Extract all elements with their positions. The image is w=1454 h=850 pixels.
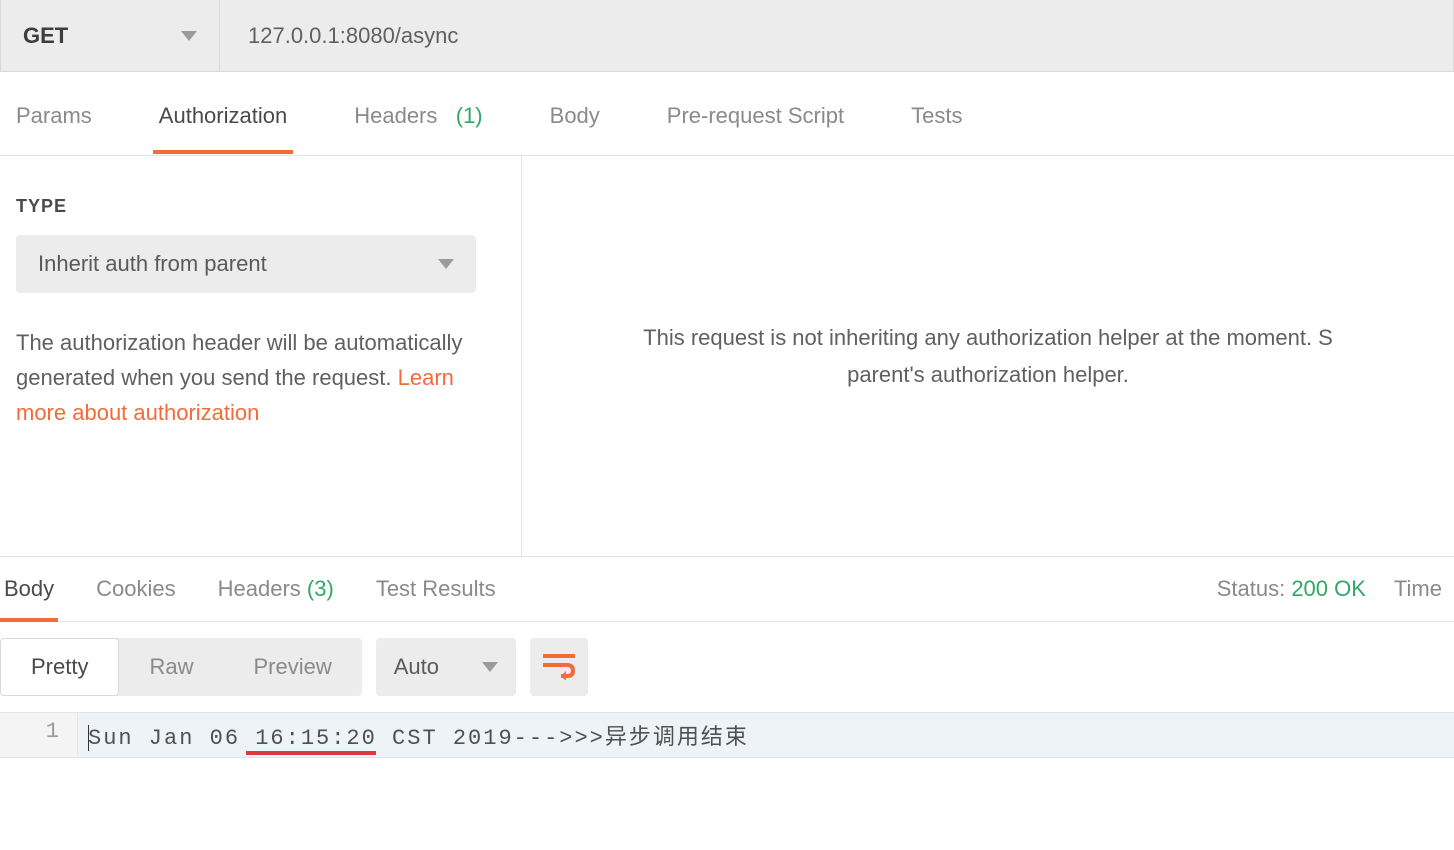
chevron-down-icon — [482, 662, 498, 672]
auth-right-line2: parent's authorization helper. — [847, 362, 1129, 387]
tab-body[interactable]: Body — [544, 75, 606, 153]
tab-authorization[interactable]: Authorization — [153, 75, 293, 153]
tab-tests[interactable]: Tests — [905, 75, 968, 153]
resp-tab-cookies[interactable]: Cookies — [92, 557, 179, 621]
body-format-value: Auto — [394, 654, 439, 680]
auth-left-panel: TYPE Inherit auth from parent The author… — [0, 156, 522, 556]
body-format-select[interactable]: Auto — [376, 638, 516, 696]
body-view-mode: Pretty Raw Preview — [0, 638, 362, 696]
status-value: 200 OK — [1291, 576, 1366, 601]
tab-prerequest[interactable]: Pre-request Script — [661, 75, 850, 153]
wrap-lines-button[interactable] — [530, 638, 588, 696]
authorization-panel: TYPE Inherit auth from parent The author… — [0, 156, 1454, 556]
tab-headers-label: Headers — [354, 103, 437, 128]
status-field: Status: 200 OK — [1217, 576, 1366, 602]
http-method-value: GET — [23, 23, 68, 49]
response-tabs: Body Cookies Headers (3) Test Results — [0, 557, 500, 621]
tab-headers[interactable]: Headers (1) — [348, 75, 488, 153]
view-pretty[interactable]: Pretty — [0, 638, 119, 696]
resp-tab-headers-label: Headers — [218, 576, 301, 602]
chevron-down-icon — [181, 31, 197, 41]
body-toolbar: Pretty Raw Preview Auto — [0, 622, 1454, 712]
resp-tab-body[interactable]: Body — [0, 557, 58, 621]
request-tabs: Params Authorization Headers (1) Body Pr… — [0, 72, 1454, 156]
resp-tab-testresults[interactable]: Test Results — [372, 557, 500, 621]
line-number: 1 — [46, 719, 59, 744]
resp-tab-headers-count: (3) — [307, 576, 334, 602]
response-body: 1 Sun Jan 06 16:15:20 CST 2019--->>>异步调用… — [0, 712, 1454, 758]
request-url-input[interactable]: 127.0.0.1:8080/async — [220, 0, 1454, 72]
http-method-select[interactable]: GET — [0, 0, 220, 72]
auth-right-panel: This request is not inheriting any autho… — [522, 156, 1454, 556]
time-label: Time — [1394, 576, 1442, 601]
request-url-value: 127.0.0.1:8080/async — [248, 23, 458, 49]
tab-headers-count: (1) — [456, 103, 483, 128]
response-status: Status: 200 OK Time — [1217, 576, 1442, 602]
auth-description: The authorization header will be automat… — [16, 325, 476, 431]
auth-type-label: TYPE — [16, 196, 505, 217]
time-field: Time — [1394, 576, 1442, 602]
url-bar: GET 127.0.0.1:8080/async — [0, 0, 1454, 72]
status-label: Status: — [1217, 576, 1285, 601]
auth-type-value: Inherit auth from parent — [38, 251, 267, 277]
resp-tab-headers[interactable]: Headers (3) — [214, 557, 338, 621]
response-bar: Body Cookies Headers (3) Test Results St… — [0, 556, 1454, 622]
auth-type-select[interactable]: Inherit auth from parent — [16, 235, 476, 293]
tab-params[interactable]: Params — [10, 75, 98, 153]
line-number-gutter: 1 — [0, 713, 78, 757]
view-preview[interactable]: Preview — [223, 638, 361, 696]
auth-right-line1: This request is not inheriting any autho… — [643, 325, 1333, 350]
wrap-icon — [543, 654, 575, 680]
code-line[interactable]: Sun Jan 06 16:15:20 CST 2019--->>>异步调用结束 — [78, 713, 1454, 757]
chevron-down-icon — [438, 259, 454, 269]
view-raw[interactable]: Raw — [119, 638, 223, 696]
code-text: Sun Jan 06 16:15:20 CST 2019--->>>异步调用结束 — [88, 726, 749, 751]
auth-desc-text: The authorization header will be automat… — [16, 330, 462, 390]
highlight-underline — [246, 751, 376, 755]
